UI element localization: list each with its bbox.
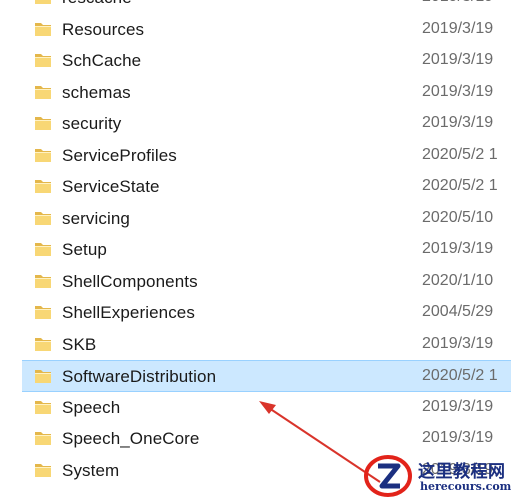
file-date-modified: 2020/1/10: [422, 271, 494, 289]
file-date-modified: 2019/3/19: [422, 114, 494, 131]
watermark-url: herecours.com: [420, 480, 511, 493]
folder-icon: [35, 180, 51, 193]
file-row[interactable]: ServiceState 2020/5/2 1: [0, 171, 511, 203]
file-row[interactable]: ShellComponents 2020/1/10: [0, 266, 511, 298]
file-name: ShellComponents: [62, 271, 198, 291]
file-name: ServiceProfiles: [62, 145, 177, 165]
folder-icon: [35, 22, 51, 36]
file-name: Speech_OneCore: [62, 429, 200, 448]
file-row[interactable]: Speech 2019/3/19: [0, 392, 511, 424]
file-name: rescache: [62, 0, 132, 8]
watermark-title: 这里教程网: [418, 462, 506, 481]
file-row[interactable]: SKB 2019/3/19: [0, 329, 511, 361]
file-row[interactable]: Setup 2019/3/19: [0, 234, 511, 266]
file-row[interactable]: rescache 2019/3/19: [0, 0, 511, 14]
file-list: rescache2019/3/19Resources2019/3/19SchCa…: [0, 0, 511, 486]
file-date-modified: 2019/3/19: [422, 397, 494, 415]
file-name: SoftwareDistribution: [62, 367, 217, 386]
file-name: Speech: [62, 397, 121, 417]
file-date-modified: 2019/3/19: [422, 0, 493, 6]
file-row[interactable]: ShellExperiences 2004/5/29: [0, 297, 511, 329]
folder-icon: [35, 306, 51, 319]
file-date-modified: 2019/3/19: [422, 334, 494, 352]
file-row[interactable]: Speech_OneCore 2019/3/19: [0, 423, 511, 455]
file-row[interactable]: SchCache 2019/3/19: [0, 45, 511, 77]
folder-icon: [35, 148, 51, 162]
file-date-modified: 2020/5/2 1: [422, 145, 498, 163]
file-row[interactable]: ServiceProfiles 2020/5/2 1: [0, 140, 511, 172]
file-name: ShellExperiences: [62, 303, 195, 322]
file-row[interactable]: servicing 2020/5/10: [0, 203, 511, 235]
file-date-modified: 2020/5/2 1: [422, 367, 498, 384]
file-date-modified: 2004/5/29: [422, 303, 494, 320]
watermark: 这里教程网 herecours.com: [364, 452, 511, 499]
file-row[interactable]: Resources 2019/3/19: [0, 14, 511, 46]
file-date-modified: 2019/3/19: [422, 51, 494, 68]
folder-icon: [35, 274, 51, 288]
file-date-modified: 2019/3/19: [422, 429, 494, 446]
file-name: security: [62, 114, 122, 133]
folder-icon: [35, 243, 51, 256]
file-name: Setup: [62, 240, 107, 259]
file-date-modified: 2020/5/10: [422, 208, 494, 226]
folder-icon: [35, 117, 51, 130]
folder-icon: [35, 54, 51, 67]
folder-icon: [35, 400, 51, 414]
folder-icon: [35, 337, 51, 351]
file-date-modified: 2020/5/2 1: [422, 177, 498, 194]
folder-icon: [35, 211, 51, 225]
file-row[interactable]: schemas 2019/3/19: [0, 77, 511, 109]
watermark-logo-icon: [364, 455, 412, 497]
folder-icon: [35, 85, 51, 99]
folder-icon: [35, 463, 51, 477]
file-date-modified: 2019/3/19: [422, 240, 494, 257]
file-name: ServiceState: [62, 177, 160, 196]
file-name: schemas: [62, 82, 131, 102]
folder-icon: [35, 370, 51, 383]
folder-icon: [35, 0, 51, 4]
file-row[interactable]: security 2019/3/19: [0, 108, 511, 140]
file-row-selected[interactable]: SoftwareDistribution 2020/5/2 1: [22, 360, 511, 392]
folder-icon: [35, 432, 51, 445]
file-name: servicing: [62, 208, 130, 228]
file-date-modified: 2019/3/19: [422, 19, 494, 37]
file-name: SKB: [62, 334, 97, 354]
file-name: Resources: [62, 19, 145, 39]
file-name: SchCache: [62, 51, 142, 70]
file-date-modified: 2019/3/19: [422, 82, 494, 100]
file-name: System: [62, 460, 120, 480]
